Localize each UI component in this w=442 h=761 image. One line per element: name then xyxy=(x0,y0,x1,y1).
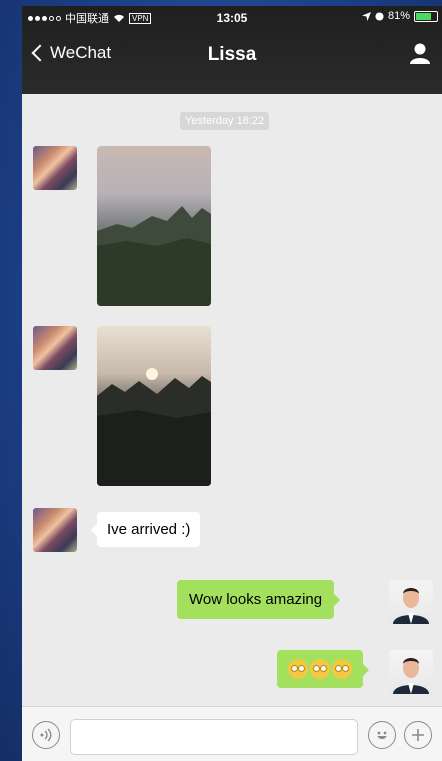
emoji-icon xyxy=(377,731,387,739)
input-bar xyxy=(22,706,442,761)
mountain-photo xyxy=(97,206,211,306)
contact-avatar[interactable] xyxy=(33,146,77,190)
outgoing-text-bubble[interactable]: Wow looks amazing xyxy=(177,580,341,619)
user-photo xyxy=(393,588,429,624)
chat-title: Lissa xyxy=(207,44,257,65)
person-icon[interactable] xyxy=(408,42,432,66)
my-avatar[interactable] xyxy=(389,650,433,694)
outgoing-emoji-bubble[interactable] xyxy=(277,650,369,688)
voice-mode-button[interactable] xyxy=(32,721,60,749)
flushed-emoji-icon xyxy=(310,659,330,679)
flushed-emoji-icon xyxy=(332,659,352,679)
nav-bar: WeChat Lissa xyxy=(22,36,442,76)
contact-avatar[interactable] xyxy=(33,508,77,552)
message-list[interactable]: Yesterday 18:22 Ive arrived :) Wow looks… xyxy=(22,94,442,706)
battery-icon xyxy=(414,10,438,22)
incoming-text-bubble[interactable]: Ive arrived :) xyxy=(90,512,201,547)
emoji-button[interactable] xyxy=(368,721,396,749)
image-message[interactable] xyxy=(97,146,211,306)
location-icon xyxy=(361,11,371,21)
top-bar: 中国联通 VPN 13:05 81% WeChat Lissa xyxy=(22,6,442,94)
wechat-screen: 中国联通 VPN 13:05 81% WeChat Lissa Yesterda… xyxy=(22,6,442,761)
flushed-emoji-icon xyxy=(288,659,308,679)
battery-percent: 81% xyxy=(387,10,410,22)
status-right: 81% xyxy=(361,10,438,22)
contact-avatar[interactable] xyxy=(33,326,77,370)
my-avatar[interactable] xyxy=(389,580,433,624)
voice-mode-icon xyxy=(40,728,52,742)
lock-rotation-icon xyxy=(375,11,384,21)
image-message[interactable] xyxy=(97,326,211,486)
sunset-photo xyxy=(97,368,211,486)
message-input[interactable] xyxy=(70,719,358,755)
user-photo xyxy=(393,658,429,694)
plus-button[interactable] xyxy=(404,721,432,749)
plus-icon xyxy=(412,729,424,741)
message-timestamp: Yesterday 18:22 xyxy=(180,112,270,130)
status-bar: 中国联通 VPN 13:05 81% xyxy=(22,6,442,28)
